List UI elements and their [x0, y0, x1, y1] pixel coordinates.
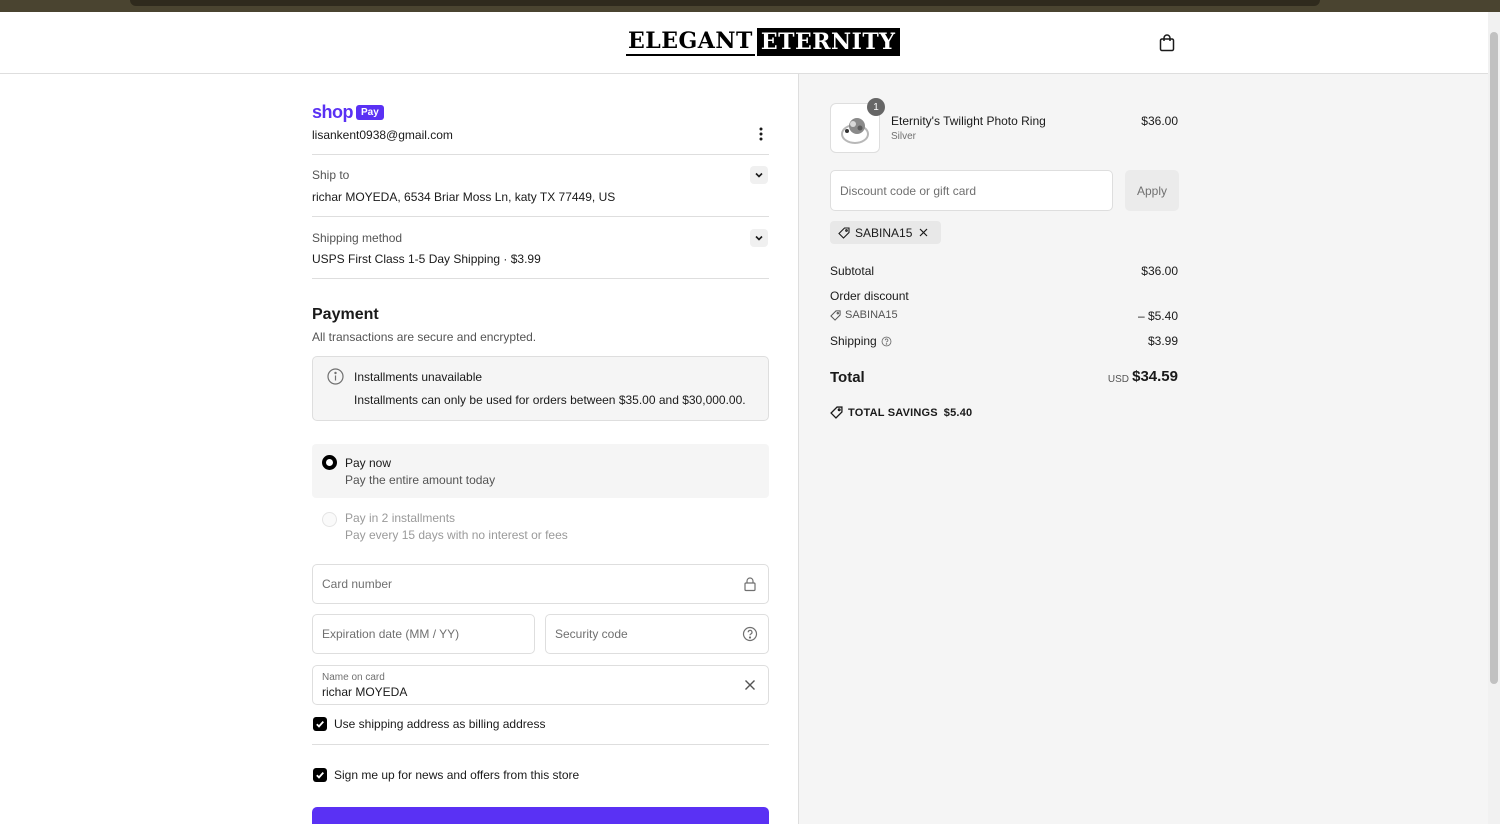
discount-code-row: SABINA15 — [830, 309, 898, 321]
product-name: Eternity's Twilight Photo Ring — [891, 114, 1046, 128]
ship-to-expand-button[interactable] — [750, 166, 768, 184]
shipping-method-label: Shipping method — [312, 231, 403, 245]
shop-pay-badge: Pay — [356, 105, 384, 120]
discount-code-text: SABINA15 — [845, 309, 898, 321]
pay-now-title: Pay now — [345, 456, 392, 470]
notice-text: Installments can only be used for orders… — [354, 393, 746, 407]
clear-icon[interactable] — [742, 677, 758, 693]
installments-title: Pay in 2 installments — [345, 511, 456, 525]
total-value: $34.59 — [1132, 368, 1178, 385]
help-circle-icon[interactable] — [742, 626, 758, 642]
product-variant: Silver — [891, 131, 917, 142]
divider — [312, 744, 769, 745]
divider — [312, 154, 769, 155]
scrollbar-thumb[interactable] — [1490, 32, 1498, 684]
browser-top-bar — [130, 0, 1320, 6]
lock-icon — [744, 577, 756, 592]
checkout-main: shop Pay lisankent0938@gmail.com Ship to… — [0, 74, 798, 824]
expiration-date-input[interactable]: Expiration date (MM / YY) — [312, 614, 535, 654]
tag-icon — [830, 406, 843, 419]
browser-top-strip — [0, 0, 1500, 12]
name-on-card-input[interactable]: Name on card richar MOYEDA — [312, 665, 769, 705]
installments-description: Pay every 15 days with no interest or fe… — [345, 528, 568, 542]
discount-value: – $5.40 — [1137, 309, 1178, 323]
billing-address-checkbox[interactable] — [313, 717, 327, 731]
name-on-card-label: Name on card — [322, 672, 385, 683]
pay-now-radio[interactable] — [322, 455, 337, 470]
shipping-method-value: USPS First Class 1-5 Day Shipping · $3.9… — [312, 252, 541, 266]
payment-title: Payment — [312, 306, 379, 323]
chevron-down-icon — [755, 172, 763, 178]
divider — [312, 216, 769, 217]
pay-now-button[interactable] — [312, 807, 769, 824]
quantity-badge: 1 — [867, 98, 885, 116]
store-logo[interactable]: ELEGANT ETERNITY — [626, 28, 900, 56]
card-number-input[interactable]: Card number — [312, 564, 769, 604]
pay-now-option[interactable]: Pay now Pay the entire amount today — [312, 444, 769, 498]
card-number-placeholder: Card number — [322, 577, 393, 591]
tag-icon — [838, 226, 850, 239]
remove-discount-icon[interactable] — [919, 228, 928, 237]
page-scrollbar[interactable] — [1488, 12, 1500, 824]
security-code-input[interactable]: Security code — [545, 614, 769, 654]
account-email: lisankent0938@gmail.com — [312, 128, 453, 142]
shopping-bag-icon[interactable] — [1159, 34, 1175, 52]
notice-title: Installments unavailable — [354, 370, 483, 384]
total-label: Total — [830, 369, 865, 386]
ship-to-value: richar MOYEDA, 6534 Briar Moss Ln, katy … — [312, 190, 616, 204]
billing-address-label[interactable]: Use shipping address as billing address — [334, 717, 545, 731]
newsletter-label[interactable]: Sign me up for news and offers from this… — [334, 768, 579, 782]
installments-notice: Installments unavailable Installments ca… — [312, 356, 769, 421]
logo-word-left: ELEGANT — [626, 28, 755, 56]
applied-discount-chip: SABINA15 — [830, 221, 942, 244]
installments-option[interactable]: Pay in 2 installments Pay every 15 days … — [312, 508, 769, 548]
discount-code-input[interactable]: Discount code or gift card — [830, 170, 1113, 211]
total-savings: TOTAL SAVINGS $5.40 — [830, 406, 972, 419]
shipping-value: $3.99 — [1147, 334, 1178, 348]
order-summary: 1 Eternity's Twilight Photo Ring Silver … — [798, 74, 1488, 824]
shop-pay-logo: shop Pay — [312, 102, 384, 123]
info-icon — [327, 368, 344, 385]
name-on-card-value: richar MOYEDA — [322, 685, 408, 699]
shipping-label-row: Shipping — [830, 334, 892, 348]
total-savings-value: $5.40 — [943, 406, 973, 419]
newsletter-checkbox[interactable] — [313, 768, 327, 782]
payment-subtitle: All transactions are secure and encrypte… — [312, 330, 537, 344]
subtotal-value: $36.00 — [1141, 264, 1178, 278]
shop-pay-wordmark: shop — [312, 102, 354, 122]
installments-radio[interactable] — [322, 512, 337, 527]
subtotal-label: Subtotal — [830, 264, 875, 278]
store-header: ELEGANT ETERNITY — [0, 12, 1488, 74]
shipping-label: Shipping — [830, 334, 877, 348]
apply-button[interactable]: Apply — [1125, 170, 1179, 211]
logo-word-right: ETERNITY — [756, 28, 900, 56]
expiration-date-placeholder: Expiration date (MM / YY) — [322, 627, 460, 641]
checkmark-icon — [316, 771, 324, 779]
divider — [312, 278, 769, 279]
shipping-method-expand-button[interactable] — [750, 229, 768, 247]
more-options-icon[interactable] — [756, 126, 766, 142]
product-price: $36.00 — [1141, 114, 1178, 128]
order-discount-label: Order discount — [830, 289, 909, 303]
discount-code-placeholder: Discount code or gift card — [840, 184, 977, 198]
total-savings-label: TOTAL SAVINGS — [848, 406, 938, 419]
chevron-down-icon — [755, 235, 763, 241]
ship-to-label: Ship to — [312, 168, 350, 182]
pay-now-description: Pay the entire amount today — [345, 473, 496, 487]
applied-discount-code: SABINA15 — [855, 225, 913, 240]
checkmark-icon — [316, 720, 324, 728]
security-code-placeholder: Security code — [555, 627, 628, 641]
tag-icon — [830, 309, 841, 321]
help-circle-icon[interactable] — [881, 336, 892, 347]
total-currency: USD — [1107, 374, 1129, 385]
